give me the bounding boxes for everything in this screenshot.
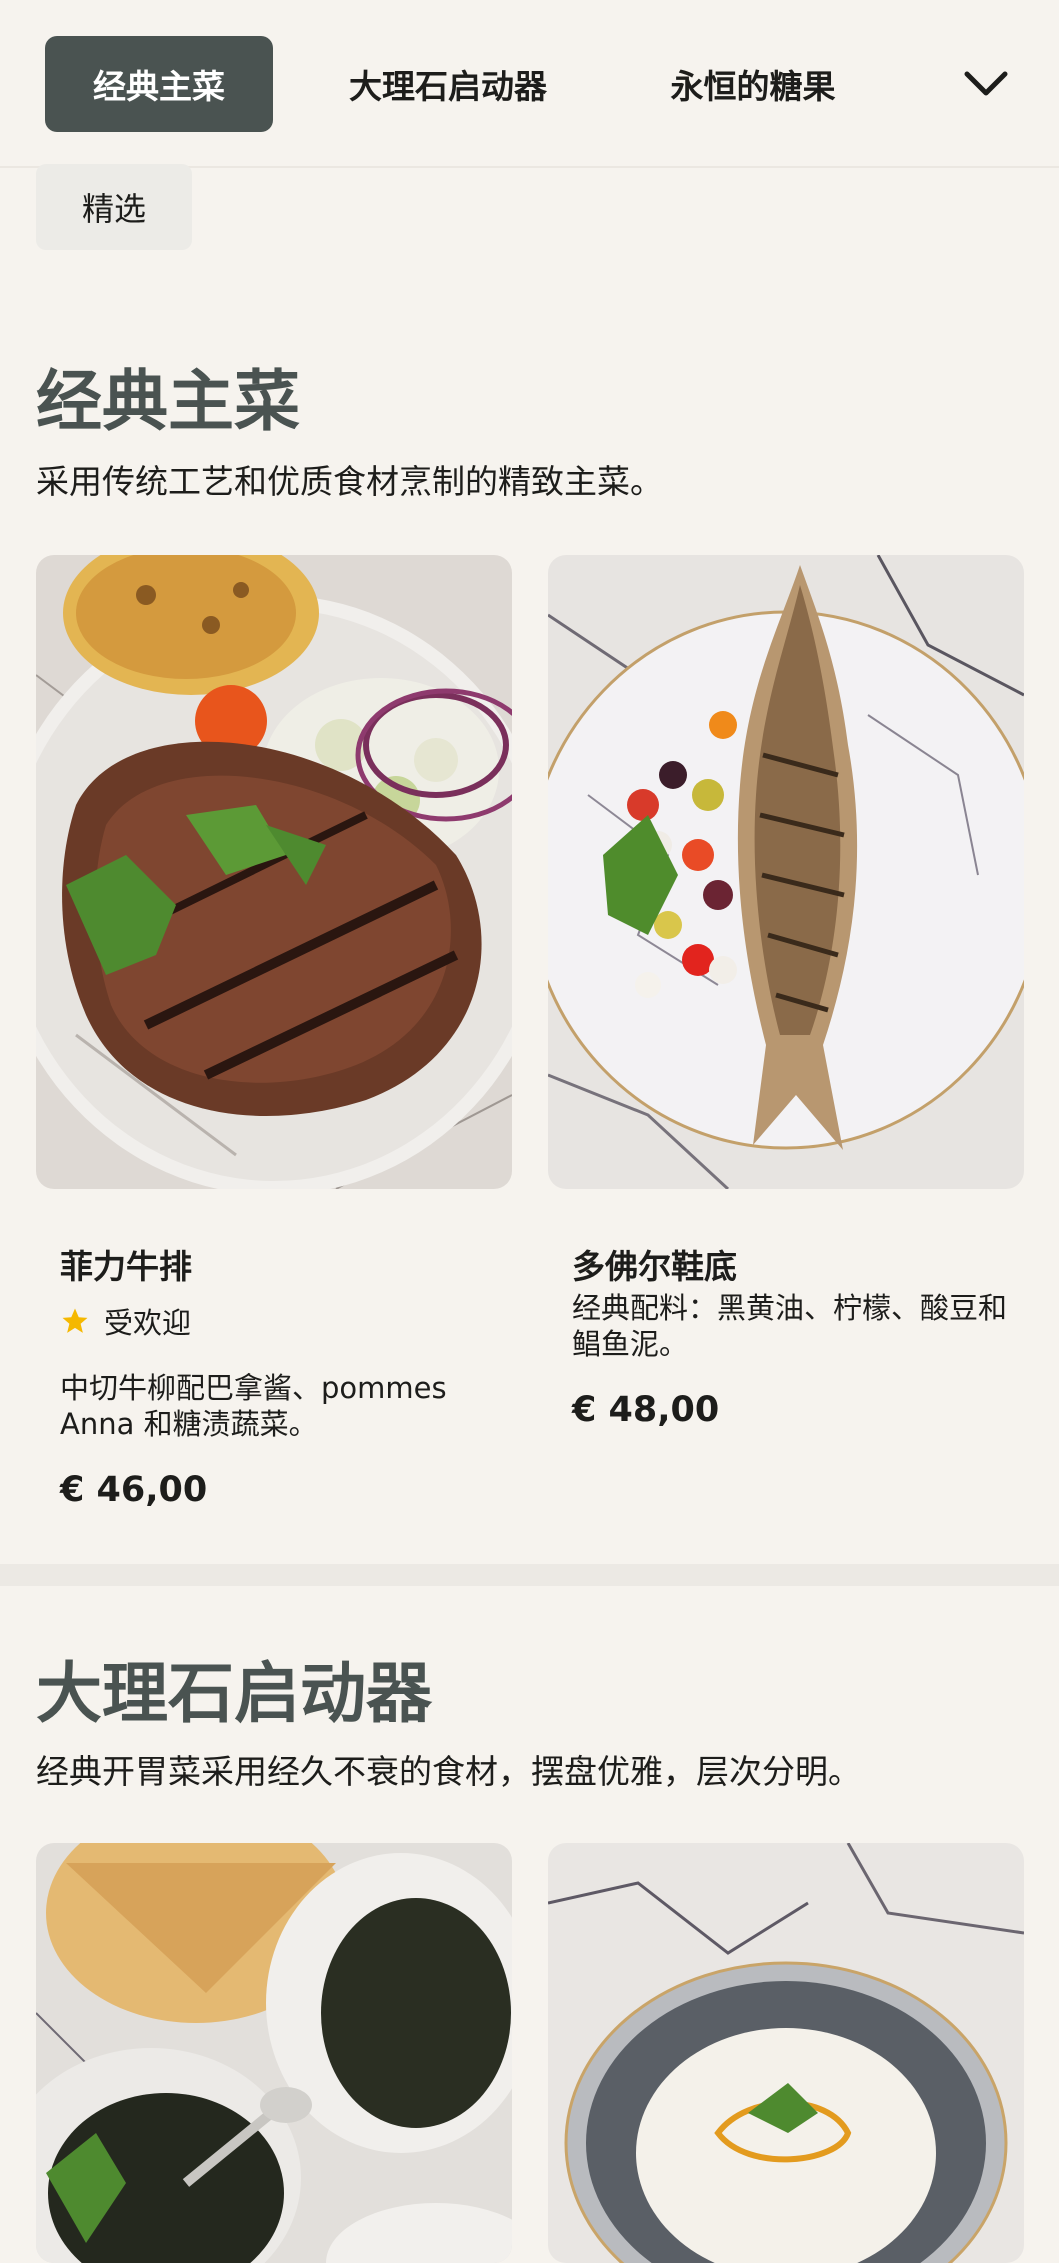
dish-price: € 48,00 [572, 1390, 720, 1430]
dish-price: € 46,00 [60, 1470, 208, 1510]
section-description: 经典开胃菜采用经久不衰的食材，摆盘优雅，层次分明。 [36, 1752, 861, 1791]
featured-filter-chip[interactable]: 精选 [36, 164, 192, 250]
tab-marble-starters[interactable]: 大理石启动器 [318, 36, 578, 132]
star-icon [60, 1306, 90, 1336]
soup-dish-image[interactable] [548, 1843, 1024, 2263]
chevron-down-icon[interactable] [958, 58, 1014, 110]
popular-badge: 受欢迎 [60, 1300, 191, 1342]
section-description: 采用传统工艺和优质食材烹制的精致主菜。 [36, 462, 663, 501]
dish-description: 经典配料：黑黄油、柠檬、酸豆和鲳鱼泥。 [572, 1291, 1008, 1361]
sole-dish-image[interactable] [548, 555, 1024, 1189]
section-title-marble-starters: 大理石启动器 [36, 1655, 432, 1732]
dish-name: 菲力牛排 [60, 1247, 192, 1286]
tab-timeless-sweets[interactable]: 永恒的糖果 [640, 36, 866, 132]
category-tab-bar: 经典主菜 大理石启动器 永恒的糖果 [0, 0, 1059, 168]
steak-dish-image[interactable] [36, 555, 512, 1189]
caviar-dish-image[interactable] [36, 1843, 512, 2263]
badge-label: 受欢迎 [104, 1306, 192, 1340]
tab-classic-mains[interactable]: 经典主菜 [45, 36, 273, 132]
section-divider [0, 1564, 1059, 1586]
dish-name: 多佛尔鞋底 [572, 1247, 737, 1286]
section-title-classic-mains: 经典主菜 [36, 363, 300, 440]
dish-description: 中切牛柳配巴拿酱、pommes Anna 和糖渍蔬菜。 [60, 1371, 447, 1441]
